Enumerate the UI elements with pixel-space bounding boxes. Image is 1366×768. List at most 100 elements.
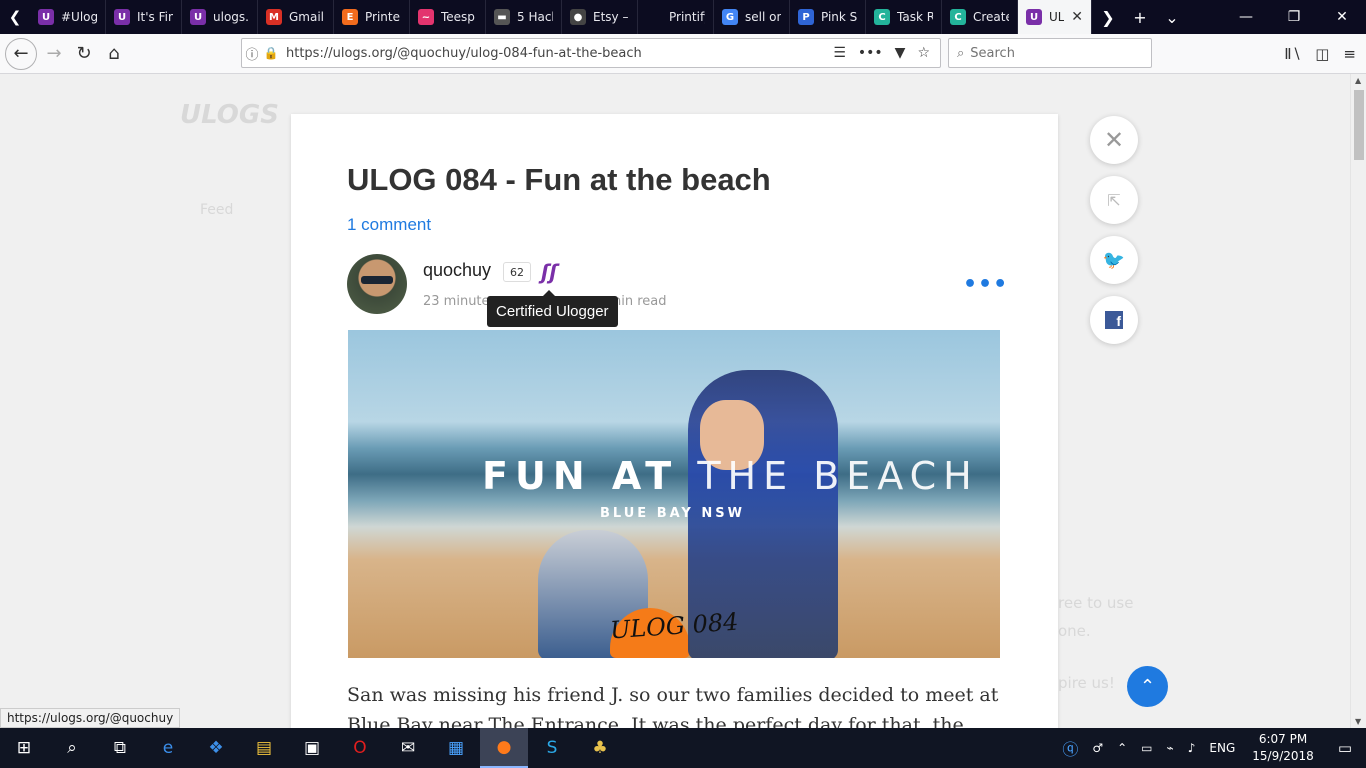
browser-tab[interactable]: U #Ulog [30, 0, 106, 34]
post-modal: ULOG 084 - Fun at the beach 1 comment qu… [291, 114, 1058, 728]
browser-tab[interactable]: E Printe [334, 0, 410, 34]
background-fragment-2: one. [1058, 622, 1091, 640]
reputation-badge: 62 [503, 262, 531, 282]
status-link-preview: https://ulogs.org/@quochuy [0, 708, 181, 728]
task-view-icon[interactable]: ⧉ [96, 728, 144, 768]
scroll-to-top-button[interactable]: ⌃ [1127, 666, 1168, 707]
tab-scroll-right-button[interactable]: ❯ [1092, 8, 1124, 27]
home-button[interactable]: ⌂ [99, 39, 129, 69]
tab-scroll-left-button[interactable]: ❮ [0, 0, 30, 34]
paint-icon[interactable]: ♣ [576, 728, 624, 768]
browser-tab[interactable]: C Create [942, 0, 1018, 34]
language-indicator[interactable]: ENG [1202, 741, 1242, 755]
browser-tab[interactable]: U It's Fin [106, 0, 182, 34]
show-hidden-icons[interactable]: ⌃ [1110, 741, 1134, 755]
library-icon[interactable]: Ⅱ∖ [1284, 45, 1301, 63]
reload-button[interactable]: ↻ [69, 39, 99, 69]
background-feed-link: Feed [200, 202, 234, 218]
author-name[interactable]: quochuy [423, 260, 491, 281]
browser-tab[interactable]: U UL ✕ [1018, 0, 1092, 34]
author-avatar[interactable] [347, 254, 407, 314]
dropbox-icon[interactable]: ❖ [192, 728, 240, 768]
tab-label: Create [973, 10, 1009, 24]
forward-button[interactable]: → [39, 39, 69, 69]
facebook-share-button[interactable]: f [1090, 296, 1138, 344]
people-icon[interactable]: ♂ [1085, 741, 1110, 755]
wifi-icon[interactable]: ⌁ [1160, 741, 1181, 755]
start-button[interactable]: ⊞ [0, 728, 48, 768]
open-external-button[interactable]: ⇱ [1090, 176, 1138, 224]
close-modal-button[interactable]: ✕ [1090, 116, 1138, 164]
clock[interactable]: 6:07 PM 15/9/2018 [1242, 731, 1324, 765]
background-fragment-3: pire us! [1058, 674, 1115, 692]
pocket-icon[interactable]: ▼ [895, 45, 906, 61]
browser-tab-bar: ❮ U #Ulog U It's Fin Uulogs. M Gmail E Printe ~ Te… [0, 0, 1366, 34]
tab-favicon-icon: C [874, 9, 890, 25]
tooltip: Certified Ulogger [487, 290, 618, 327]
tab-label: 5 Hack [517, 10, 553, 24]
tab-label: Printe [365, 10, 400, 24]
search-input[interactable]: ⌕ Search [948, 38, 1152, 68]
power-icon[interactable]: ▭ [1134, 741, 1159, 755]
firefox-icon[interactable]: ● [480, 728, 528, 768]
post-body: San was missing his friend J. so our two… [347, 684, 999, 728]
comments-link[interactable]: 1 comment [347, 215, 431, 235]
hero-image: FUN AT THE BEACH BLUE BAY NSW ULOG 084 [348, 330, 1000, 658]
minimize-button[interactable]: — [1222, 0, 1270, 34]
facebook-icon: f [1105, 311, 1123, 329]
sidebar-icon[interactable]: ◫ [1315, 45, 1329, 63]
network-app-icon[interactable]: ▦ [432, 728, 480, 768]
page-actions-icon[interactable]: ••• [858, 45, 883, 61]
browser-tab[interactable]: Printify [638, 0, 714, 34]
more-options-button[interactable]: ••• [963, 272, 1008, 297]
tab-favicon-icon: M [266, 9, 282, 25]
volume-icon[interactable]: ♪ [1181, 741, 1203, 755]
tab-label: It's Fin [137, 10, 173, 24]
skype-icon[interactable]: S [528, 728, 576, 768]
new-tab-button[interactable]: + [1124, 8, 1156, 27]
tab-label: sell on [745, 10, 781, 24]
browser-tab[interactable]: Gsell on [714, 0, 790, 34]
scrollbar-thumb[interactable] [1354, 90, 1364, 160]
help-icon[interactable]: ⓠ [1055, 736, 1085, 760]
scroll-down-arrow[interactable]: ▼ [1355, 717, 1361, 726]
tab-favicon-icon: G [722, 9, 738, 25]
tab-list-button[interactable]: ⌄ [1156, 8, 1188, 27]
menu-icon[interactable]: ≡ [1343, 45, 1356, 63]
url-text[interactable]: https://ulogs.org/@quochuy/ulog-084-fun-… [286, 46, 642, 61]
scroll-up-arrow[interactable]: ▲ [1355, 76, 1361, 85]
restore-button[interactable]: ❐ [1270, 0, 1318, 34]
browser-tab[interactable]: ~ Teesp [410, 0, 486, 34]
info-icon[interactable]: ⓘ [242, 44, 262, 63]
browser-tab[interactable]: ▬ 5 Hack [486, 0, 562, 34]
browser-tab[interactable]: M Gmail [258, 0, 334, 34]
opera-icon[interactable]: O [336, 728, 384, 768]
browser-tab[interactable]: ● Etsy – [562, 0, 638, 34]
close-tab-icon[interactable]: ✕ [1071, 9, 1083, 25]
twitter-share-button[interactable]: 🐦 [1090, 236, 1138, 284]
bookmark-star-icon[interactable]: ☆ [917, 45, 930, 61]
browser-tab[interactable]: P Pink S [790, 0, 866, 34]
certified-ulogger-icon[interactable]: ʃʃ [541, 260, 558, 284]
notifications-icon[interactable]: ▭ [1324, 739, 1366, 757]
search-taskbar-icon[interactable]: ⌕ [48, 728, 96, 768]
tab-favicon-icon: E [342, 9, 358, 25]
mail-icon[interactable]: ✉ [384, 728, 432, 768]
back-button[interactable]: ← [5, 37, 37, 70]
tab-favicon-icon: U [1026, 9, 1042, 25]
file-explorer-icon[interactable]: ▤ [240, 728, 288, 768]
browser-tab[interactable]: C Task R [866, 0, 942, 34]
browser-nav-bar: ← → ↻ ⌂ ⓘ 🔒 https://ulogs.org/@quochuy/u… [0, 34, 1366, 74]
tab-label: Printify [669, 10, 705, 24]
clock-date: 15/9/2018 [1252, 749, 1314, 763]
close-window-button[interactable]: ✕ [1318, 0, 1366, 34]
reader-view-icon[interactable]: ☰ [833, 45, 846, 61]
tab-favicon-icon [646, 9, 662, 25]
tab-favicon-icon: ▬ [494, 9, 510, 25]
store-icon[interactable]: ▣ [288, 728, 336, 768]
edge-icon[interactable]: e [144, 728, 192, 768]
post-time: 23 minutes [423, 294, 497, 309]
browser-tab[interactable]: Uulogs. [182, 0, 258, 34]
vertical-scrollbar[interactable]: ▲ ▼ [1350, 74, 1366, 728]
url-bar[interactable]: ⓘ 🔒 https://ulogs.org/@quochuy/ulog-084-… [241, 38, 941, 68]
